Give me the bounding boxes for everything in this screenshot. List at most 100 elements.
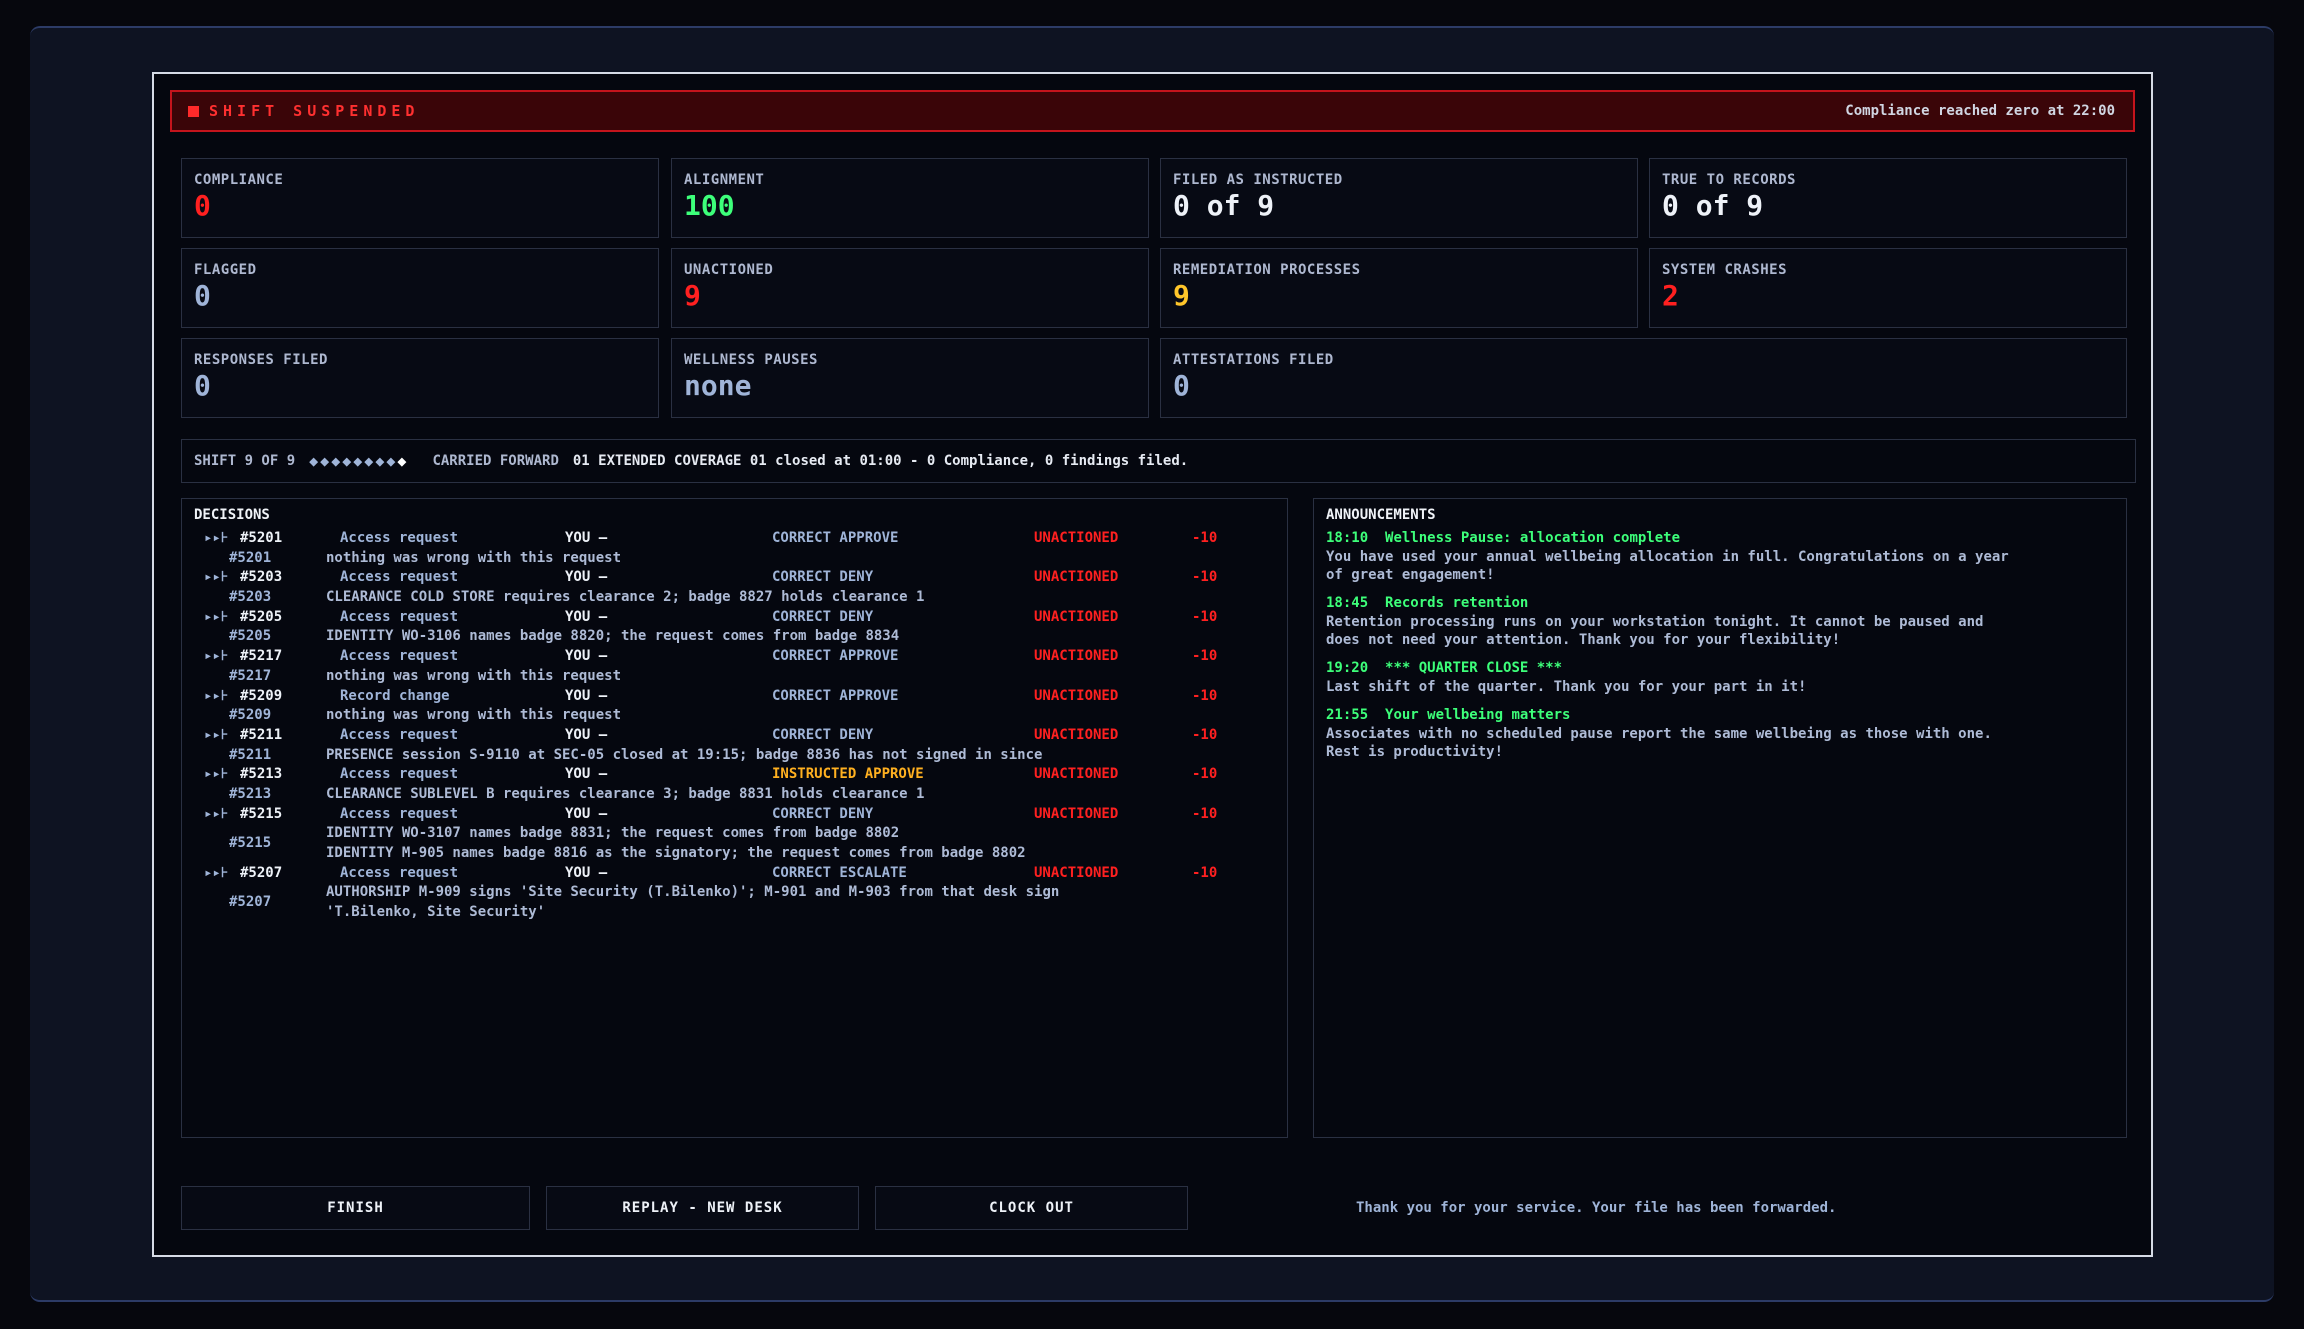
announcement-item: 18:45 Records retention Retention process… (1326, 594, 2114, 649)
decision-detail-text: AUTHORSHIP M-909 signs 'Site Security (T… (326, 884, 1060, 901)
stat-label: UNACTIONED (684, 262, 774, 278)
stat-value: 0 (194, 189, 211, 222)
stat-attestations-filed: ATTESTATIONS FILED 0 (1160, 338, 2127, 418)
expand-arrow-icon: ▸▸⊦ (204, 608, 229, 625)
stat-value: 9 (684, 279, 701, 312)
decision-detail: #5215 IDENTITY WO-3107 names badge 8831; … (182, 824, 1287, 863)
decision-correct: CORRECT DENY (772, 726, 874, 743)
replay-new-desk-button[interactable]: REPLAY - NEW DESK (546, 1186, 859, 1230)
carried-forward-text: 01 EXTENDED COVERAGE 01 closed at 01:00 … (572, 453, 1189, 469)
decisions-panel: DECISIONS ▸▸⊦ #5201 Access request YOU — COR… (181, 498, 1288, 1138)
announcement-body-line: does not need your attention. Thank you … (1326, 632, 1841, 648)
decision-status: UNACTIONED (1034, 648, 1119, 665)
decision-you: YOU — (565, 530, 608, 546)
stat-alignment: ALIGNMENT 100 (671, 158, 1149, 238)
decision-detail: #5201 nothing was wrong with this request (182, 549, 1287, 569)
stat-label: COMPLIANCE (194, 172, 284, 188)
stat-label: FLAGGED (194, 262, 257, 278)
expand-arrow-icon: ▸▸⊦ (204, 569, 229, 586)
stat-filed-as-instructed: FILED AS INSTRUCTED 0 of 9 (1160, 158, 1638, 238)
stat-value: none (684, 369, 752, 402)
decision-detail-text: nothing was wrong with this request (326, 707, 622, 724)
decision-row[interactable]: ▸▸⊦ #5211 Access request YOU — CORRECT DENY U… (182, 726, 1287, 746)
decision-penalty: -10 (1192, 687, 1218, 704)
decision-correct: CORRECT DENY (772, 805, 874, 822)
shift-diamond-current: ◆ (397, 452, 409, 470)
decision-type: Access request (340, 530, 459, 546)
decision-row[interactable]: ▸▸⊦ #5201 Access request YOU — CORRECT APPRO… (182, 529, 1287, 549)
decision-row[interactable]: ▸▸⊦ #5209 Record change YOU — CORRECT APPROV… (182, 687, 1287, 707)
decision-detail-id: #5211 (229, 746, 272, 763)
clock-out-button[interactable]: CLOCK OUT (875, 1186, 1188, 1230)
decision-row[interactable]: ▸▸⊦ #5207 Access request YOU — CORRECT ESCAL… (182, 864, 1287, 884)
announcement-body-line: of great engagement! (1326, 567, 1495, 583)
footer-note: Thank you for your service. Your file ha… (1356, 1200, 1837, 1216)
decision-you: YOU — (565, 766, 608, 783)
decision-type: Access request (340, 648, 459, 665)
decision-status: UNACTIONED (1034, 687, 1119, 704)
decision-detail-id: #5213 (229, 785, 272, 802)
decision-id: #5217 (240, 648, 283, 665)
decision-detail-id: #5201 (229, 549, 272, 566)
announcement-time: 19:20 (1326, 660, 1369, 676)
stat-label: TRUE TO RECORDS (1662, 172, 1796, 188)
announcement-item: 19:20 *** QUARTER CLOSE *** Last shift of… (1326, 659, 2114, 696)
expand-arrow-icon: ▸▸⊦ (204, 648, 229, 665)
stat-wellness-pauses: WELLNESS PAUSES none (671, 338, 1149, 418)
announcement-body-line: Last shift of the quarter. Thank you for… (1326, 679, 1807, 695)
decision-status: UNACTIONED (1034, 864, 1119, 881)
announcement-title: Records retention (1385, 595, 1529, 611)
decision-detail: #5213 CLEARANCE SUBLEVEL B requires clear… (182, 785, 1287, 805)
announcement-body-line: You have used your annual wellbeing allo… (1326, 549, 2009, 565)
decision-type: Access request (340, 608, 459, 625)
announcement-time: 18:10 (1326, 530, 1369, 546)
expand-arrow-icon: ▸▸⊦ (204, 687, 229, 704)
decision-row[interactable]: ▸▸⊦ #5205 Access request YOU — CORRECT DENY U… (182, 608, 1287, 628)
alert-square-icon (188, 105, 199, 117)
decision-penalty: -10 (1192, 726, 1218, 743)
announcement-body-line: Rest is productivity! (1326, 744, 1504, 760)
finish-button[interactable]: FINISH (181, 1186, 530, 1230)
announcement-title: Wellness Pause: allocation complete (1385, 530, 1681, 546)
decision-row[interactable]: ▸▸⊦ #5217 Access request YOU — CORRECT APPRO… (182, 647, 1287, 667)
decision-detail-text: nothing was wrong with this request (326, 549, 622, 566)
decision-status: UNACTIONED (1034, 608, 1119, 625)
stat-value: 0 (194, 279, 211, 312)
decision-id: #5205 (240, 608, 283, 625)
announcement-heading: 18:10 Wellness Pause: allocation complet… (1326, 529, 2114, 548)
expand-arrow-icon: ▸▸⊦ (204, 726, 229, 743)
stat-system-crashes: SYSTEM CRASHES 2 (1649, 248, 2127, 328)
decision-you: YOU — (565, 608, 608, 625)
decision-penalty: -10 (1192, 569, 1218, 586)
decision-type: Access request (340, 805, 459, 822)
decision-row[interactable]: ▸▸⊦ #5203 Access request YOU — CORRECT DENY U… (182, 568, 1287, 588)
decision-detail-id: #5215 (229, 835, 272, 852)
announcement-title: Your wellbeing matters (1385, 707, 1571, 723)
decision-row[interactable]: ▸▸⊦ #5215 Access request YOU — CORRECT DENY U… (182, 805, 1287, 825)
decision-detail-id: #5203 (229, 589, 272, 606)
announcement-time: 18:45 (1326, 595, 1369, 611)
decision-penalty: -10 (1192, 766, 1218, 783)
shift-suspended-banner: SHIFT SUSPENDED Compliance reached zero … (170, 90, 2135, 132)
banner-title: SHIFT SUSPENDED (209, 102, 420, 120)
decision-detail-text: IDENTITY WO-3106 names badge 8820; the r… (326, 628, 900, 645)
stat-label: SYSTEM CRASHES (1662, 262, 1788, 278)
announcements-panel: ANNOUNCEMENTS 18:10 Wellness Pause: allo… (1313, 498, 2127, 1138)
decision-you: YOU — (565, 687, 608, 704)
stat-compliance: COMPLIANCE 0 (181, 158, 659, 238)
decision-type: Access request (340, 726, 459, 743)
decision-row[interactable]: ▸▸⊦ #5213 Access request YOU — INSTRUCTED AP… (182, 765, 1287, 785)
expand-arrow-icon: ▸▸⊦ (204, 766, 229, 783)
decision-detail-text: CLEARANCE SUBLEVEL B requires clearance … (326, 785, 925, 802)
shift-progress-bar: SHIFT 9 OF 9 ◆◆◆◆◆◆◆◆◆ CARRIED FORWARD 0… (181, 439, 2136, 483)
decision-detail-text: PRESENCE session S-9110 at SEC-05 closed… (326, 746, 1043, 763)
decision-you: YOU — (565, 805, 608, 822)
stat-label: REMEDIATION PROCESSES (1173, 262, 1361, 278)
decision-you: YOU — (565, 864, 608, 881)
stat-label: ATTESTATIONS FILED (1173, 352, 1334, 368)
decision-detail-text: nothing was wrong with this request (326, 667, 622, 684)
decision-penalty: -10 (1192, 864, 1218, 881)
decision-detail: #5205 IDENTITY WO-3106 names badge 8820; … (182, 627, 1287, 647)
announcement-title: *** QUARTER CLOSE *** (1385, 660, 1563, 676)
decision-detail-id: #5205 (229, 628, 272, 645)
